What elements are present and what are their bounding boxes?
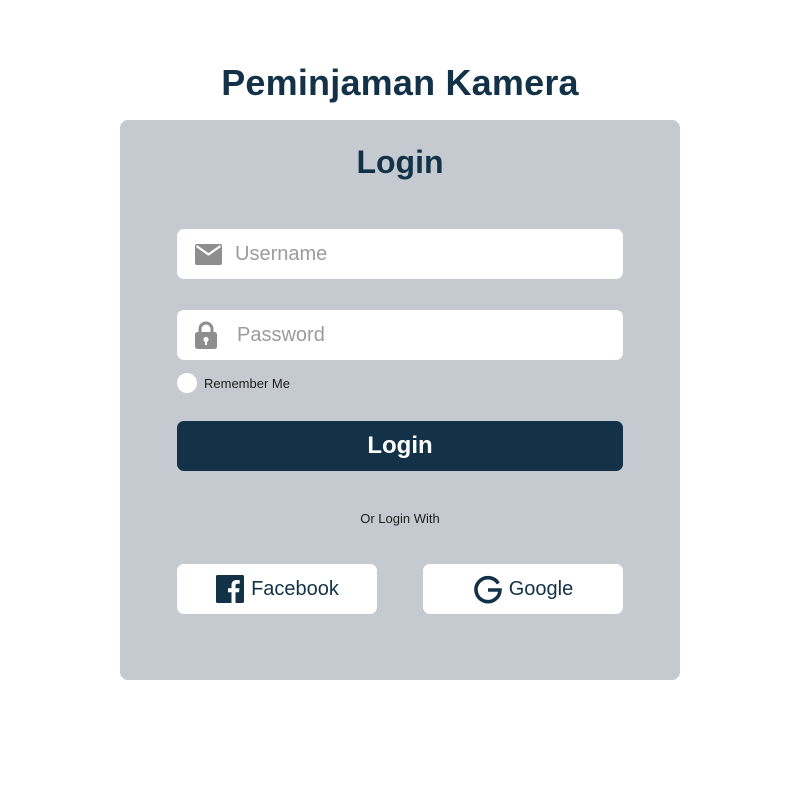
login-button[interactable]: Login (177, 421, 623, 471)
google-label: Google (508, 577, 574, 600)
login-page: Peminjaman Kamera Login Username Remembe… (0, 0, 800, 800)
facebook-label: Facebook (251, 577, 339, 600)
login-card: Login Remember (120, 120, 680, 680)
google-icon (473, 574, 503, 604)
username-input[interactable] (233, 233, 613, 275)
remember-me-toggle[interactable]: Remember Me (177, 372, 290, 394)
remember-me-label: Remember Me (204, 375, 290, 391)
username-field[interactable] (177, 229, 623, 279)
alt-login-text: Or Login With (360, 511, 440, 526)
facebook-icon (215, 574, 245, 604)
google-login-button[interactable]: Google (423, 564, 623, 614)
mail-icon (193, 239, 223, 269)
facebook-login-button[interactable]: Facebook (177, 564, 377, 614)
lock-icon (191, 320, 221, 350)
password-field[interactable] (177, 310, 623, 360)
remember-me-radio[interactable] (177, 373, 197, 393)
password-input[interactable] (235, 314, 613, 356)
login-card-title: Login (356, 144, 444, 180)
app-title: Peminjaman Kamera (221, 62, 579, 103)
